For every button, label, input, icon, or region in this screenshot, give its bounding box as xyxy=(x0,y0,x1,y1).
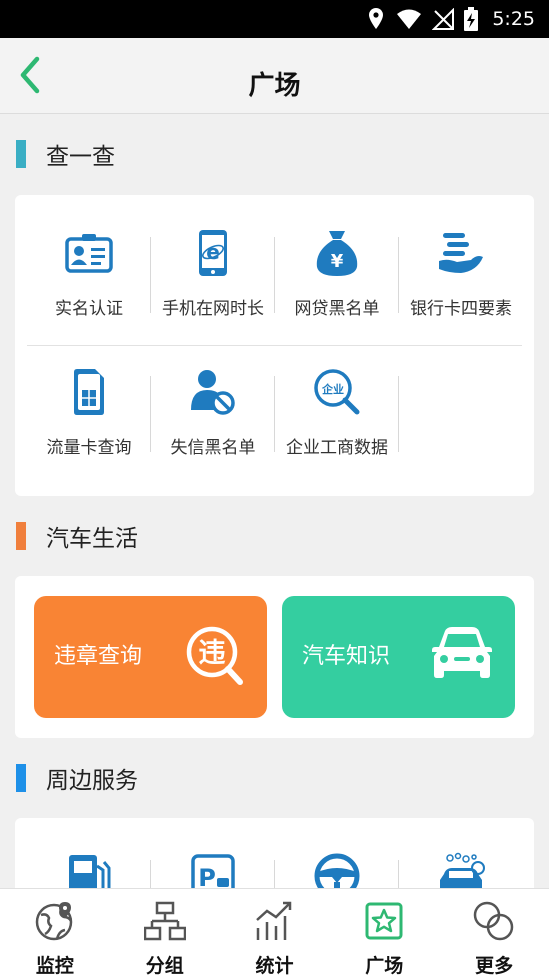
svg-text:¥: ¥ xyxy=(331,251,344,272)
row-divider xyxy=(27,345,522,346)
tab-stats[interactable]: 统计 xyxy=(220,889,330,976)
car-icon xyxy=(432,627,492,678)
tab-monitor[interactable]: 监控 xyxy=(0,889,110,976)
hand-card-icon xyxy=(439,233,483,273)
user-blocked-icon xyxy=(191,370,235,415)
grid-item-label: 网贷黑名单 xyxy=(294,299,380,319)
page-title: 广场 xyxy=(248,71,301,101)
tab-label: 监控 xyxy=(35,955,74,976)
bottom-tab-bar: 监控 分组 统计 广场 更多 xyxy=(0,888,549,976)
money-bag-icon: ¥ xyxy=(316,231,358,276)
square-star-icon xyxy=(365,902,403,940)
grid-item-label: 流量卡查询 xyxy=(46,438,132,458)
tab-label: 广场 xyxy=(365,955,404,976)
nav-bar: 广场 xyxy=(0,38,549,114)
section-title: 汽车生活 xyxy=(46,526,138,552)
wifi-icon xyxy=(397,9,422,29)
mobile-ie-icon: e xyxy=(199,230,227,276)
violation-glyph: 违 xyxy=(199,638,226,669)
id-card-icon xyxy=(65,234,113,273)
stats-icon xyxy=(256,901,292,940)
tab-more[interactable]: 更多 xyxy=(439,889,549,976)
violation-query-button[interactable]: 违章查询 违 xyxy=(34,596,267,718)
car-card: 违章查询 违 汽车知识 xyxy=(15,576,534,738)
section-accent-bar xyxy=(16,764,26,792)
grid-item-phone-time[interactable]: e 手机在网时长 xyxy=(151,228,275,319)
grid-item-label: 手机在网时长 xyxy=(162,299,264,319)
grid-item-bank-card[interactable]: 银行卡四要素 xyxy=(399,228,523,319)
section-title: 周边服务 xyxy=(46,768,138,794)
section-accent-bar xyxy=(16,140,26,168)
no-signal-icon xyxy=(432,8,455,30)
divider xyxy=(398,376,399,452)
grid-item-dishonest-blacklist[interactable]: 失信黑名单 xyxy=(151,367,275,458)
violation-query-label: 违章查询 xyxy=(54,644,143,669)
status-bar: 5:25 xyxy=(0,0,549,38)
enterprise-search-icon: 企业 xyxy=(314,369,360,415)
section-accent-bar xyxy=(16,522,26,550)
location-icon xyxy=(369,8,384,29)
tab-label: 更多 xyxy=(475,955,514,976)
car-knowledge-label: 汽车知识 xyxy=(302,644,391,669)
violation-search-icon: 违 xyxy=(186,626,243,685)
grid-item-label: 失信黑名单 xyxy=(170,438,256,458)
tab-label: 分组 xyxy=(145,955,184,976)
status-time: 5:25 xyxy=(492,8,535,30)
tab-group[interactable]: 分组 xyxy=(110,889,220,976)
section-header-check: 查一查 xyxy=(16,139,115,170)
check-card: 实名认证 e 手机在网时长 ¥ 网贷黑名单 银行卡四要素 流量卡查询 失信黑名单 xyxy=(15,195,534,496)
section-header-car: 汽车生活 xyxy=(16,521,138,552)
grid-item-data-card[interactable]: 流量卡查询 xyxy=(27,367,151,458)
section-header-nearby: 周边服务 xyxy=(16,763,138,794)
globe-icon xyxy=(35,902,73,941)
car-knowledge-button[interactable]: 汽车知识 xyxy=(282,596,515,718)
grid-item-real-name[interactable]: 实名认证 xyxy=(27,228,151,319)
enterprise-badge-text: 企业 xyxy=(321,382,344,396)
sim-card-icon xyxy=(74,369,104,415)
grid-item-label: 银行卡四要素 xyxy=(410,299,512,319)
battery-charging-icon xyxy=(464,7,479,31)
org-chart-icon xyxy=(143,901,186,941)
tab-label: 统计 xyxy=(255,955,294,976)
grid-item-label: 实名认证 xyxy=(55,299,123,319)
tab-square[interactable]: 广场 xyxy=(329,889,439,976)
grid-item-label: 企业工商数据 xyxy=(286,438,388,458)
svg-text:e: e xyxy=(206,240,220,264)
section-title: 查一查 xyxy=(46,144,115,170)
grid-item-loan-blacklist[interactable]: ¥ 网贷黑名单 xyxy=(275,228,399,319)
grid-item-enterprise-data[interactable]: 企业 企业工商数据 xyxy=(275,367,399,458)
circles-icon xyxy=(473,901,514,941)
